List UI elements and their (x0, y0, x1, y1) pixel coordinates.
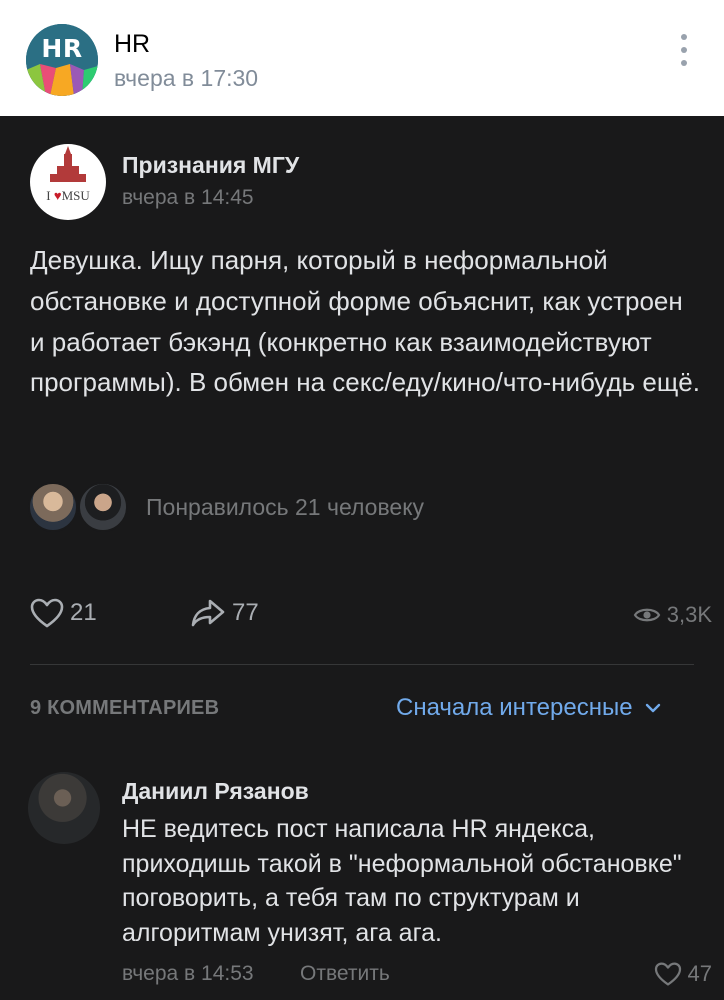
comment-author-name[interactable]: Даниил Рязанов (122, 778, 309, 805)
post-text: Девушка. Ищу парня, который в неформальн… (30, 245, 700, 398)
share-count: 77 (232, 599, 259, 626)
hr-avatar-text: HR (41, 34, 83, 63)
liked-by-label[interactable]: Понравилось 21 человеку (146, 494, 424, 521)
comments-sort-dropdown[interactable]: Сначала интересные (396, 693, 661, 723)
heart-icon (30, 598, 64, 628)
post-time: вчера в 14:45 (122, 186, 254, 209)
heart-icon (654, 962, 681, 986)
post-author-name[interactable]: Признания МГУ (122, 152, 299, 179)
liker-avatar (28, 482, 78, 532)
divider (30, 664, 694, 665)
repost-author-name[interactable]: HR (114, 30, 150, 59)
comment-text: НЕ ведитесь пост написала HR яндекса, пр… (122, 815, 682, 947)
comment-time: вчера в 14:53 (122, 962, 254, 985)
repost-header: HR HR вчера в 17:30 (0, 0, 724, 116)
msu-avatar-text: I ♥MSU (46, 188, 90, 203)
like-count: 21 (70, 599, 97, 626)
share-icon (191, 599, 225, 627)
msu-building-icon (50, 146, 86, 182)
msu-avatar[interactable]: I ♥MSU (30, 144, 106, 220)
comments-count: 9 КОММЕНТАРИЕВ (30, 697, 220, 719)
liker-avatar (78, 482, 128, 532)
share-button[interactable]: 77 (190, 596, 259, 630)
repost-time: вчера в 17:30 (114, 65, 259, 91)
views-count: 3,3K (666, 602, 712, 627)
hr-avatar[interactable]: HR (26, 24, 98, 96)
more-vertical-icon[interactable] (676, 34, 692, 66)
liked-by-avatars[interactable] (28, 482, 132, 534)
commenter-avatar[interactable] (28, 772, 100, 844)
like-button[interactable]: 21 (30, 596, 97, 630)
sort-label: Сначала интересные (396, 694, 633, 721)
eye-icon (633, 608, 661, 622)
reply-button[interactable]: Ответить (300, 962, 390, 986)
chevron-down-icon (645, 703, 660, 713)
views-counter: 3,3K (633, 598, 712, 632)
comment-like-button[interactable]: 47 (654, 960, 712, 988)
comment-like-count: 47 (687, 961, 712, 986)
